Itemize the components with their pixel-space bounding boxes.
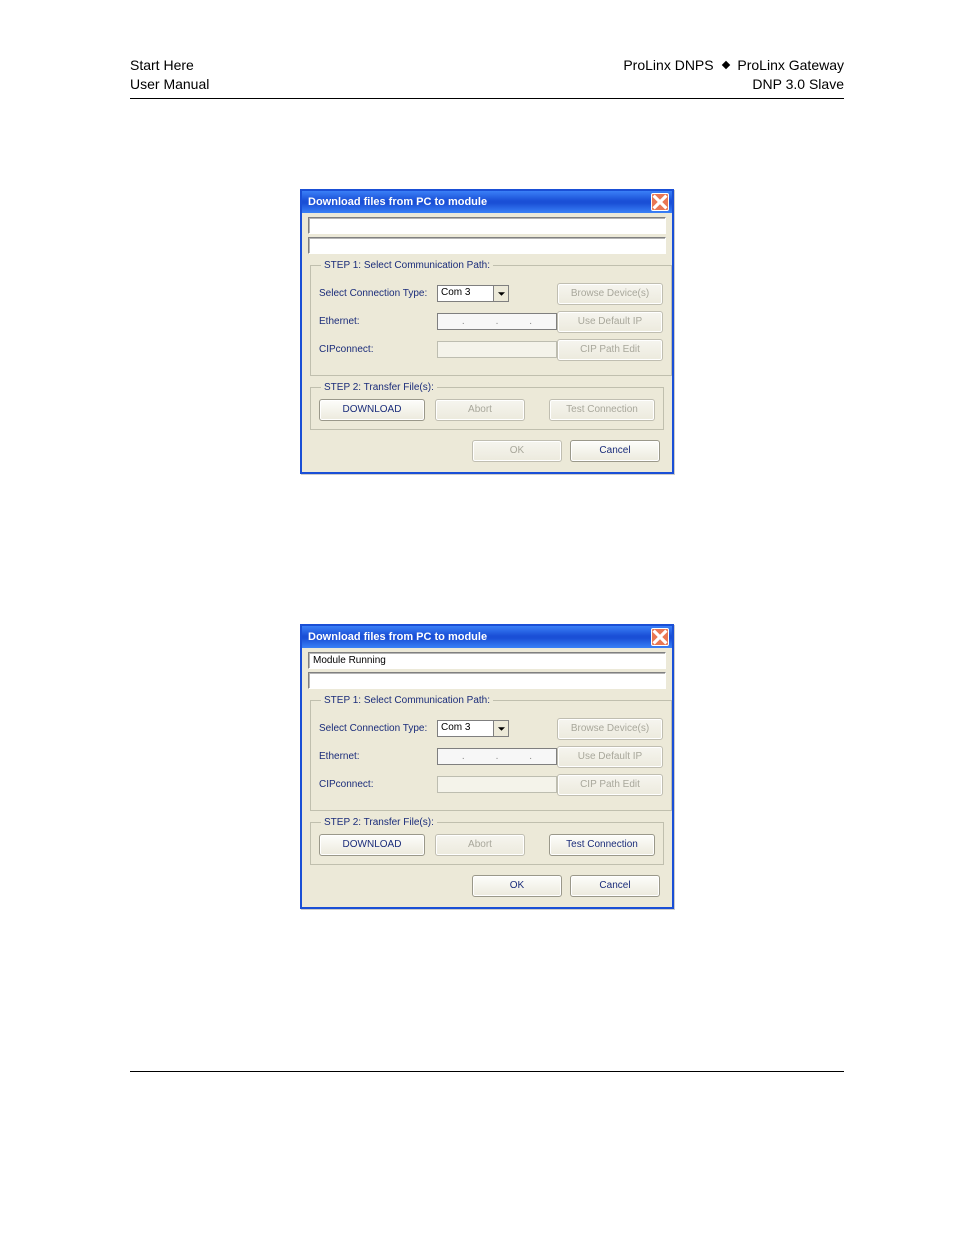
abort-button[interactable]: Abort bbox=[435, 399, 525, 421]
header-divider bbox=[130, 98, 844, 99]
footer-divider bbox=[130, 1071, 844, 1072]
step2-group: STEP 2: Transfer File(s): DOWNLOAD Abort… bbox=[310, 382, 664, 430]
header-left-line2: User Manual bbox=[130, 75, 209, 94]
titlebar[interactable]: Download files from PC to module bbox=[302, 191, 672, 213]
step2-legend: STEP 2: Transfer File(s): bbox=[321, 382, 437, 393]
cancel-button[interactable]: Cancel bbox=[570, 875, 660, 897]
header-right-line1: ProLinx DNPS ProLinx Gateway bbox=[623, 56, 844, 75]
connection-type-combo[interactable]: Com 3 bbox=[437, 285, 509, 302]
browse-devices-button[interactable]: Browse Device(s) bbox=[557, 718, 663, 740]
ethernet-ip-field[interactable]: . . . bbox=[437, 748, 557, 765]
cancel-button[interactable]: Cancel bbox=[570, 440, 660, 462]
cip-path-edit-button[interactable]: CIP Path Edit bbox=[557, 339, 663, 361]
window-title: Download files from PC to module bbox=[308, 631, 487, 643]
ok-button[interactable]: OK bbox=[472, 875, 562, 897]
cipconnect-label: CIPconnect: bbox=[319, 779, 437, 790]
ethernet-label: Ethernet: bbox=[319, 751, 437, 762]
connection-type-value: Com 3 bbox=[438, 286, 493, 301]
step1-legend: STEP 1: Select Communication Path: bbox=[321, 695, 493, 706]
chevron-down-icon[interactable] bbox=[493, 721, 508, 736]
window-title: Download files from PC to module bbox=[308, 196, 487, 208]
status-line-1 bbox=[308, 217, 666, 234]
status-line-2 bbox=[308, 237, 666, 254]
header-left-line1: Start Here bbox=[130, 56, 209, 75]
step1-group: STEP 1: Select Communication Path: Selec… bbox=[310, 695, 672, 811]
cipconnect-field[interactable] bbox=[437, 776, 557, 793]
test-connection-button[interactable]: Test Connection bbox=[549, 834, 655, 856]
ethernet-label: Ethernet: bbox=[319, 316, 437, 327]
use-default-ip-button[interactable]: Use Default IP bbox=[557, 746, 663, 768]
connection-type-value: Com 3 bbox=[438, 721, 493, 736]
page-header: Start Here User Manual ProLinx DNPS ProL… bbox=[130, 56, 844, 94]
test-connection-button[interactable]: Test Connection bbox=[549, 399, 655, 421]
titlebar[interactable]: Download files from PC to module bbox=[302, 626, 672, 648]
abort-button[interactable]: Abort bbox=[435, 834, 525, 856]
step2-group: STEP 2: Transfer File(s): DOWNLOAD Abort… bbox=[310, 817, 664, 865]
chevron-down-icon[interactable] bbox=[493, 286, 508, 301]
download-button[interactable]: DOWNLOAD bbox=[319, 399, 425, 421]
cip-path-edit-button[interactable]: CIP Path Edit bbox=[557, 774, 663, 796]
status-line-2 bbox=[308, 672, 666, 689]
step1-legend: STEP 1: Select Communication Path: bbox=[321, 260, 493, 271]
cipconnect-field[interactable] bbox=[437, 341, 557, 358]
select-connection-type-label: Select Connection Type: bbox=[319, 288, 437, 299]
close-icon[interactable] bbox=[651, 628, 669, 646]
cipconnect-label: CIPconnect: bbox=[319, 344, 437, 355]
download-button[interactable]: DOWNLOAD bbox=[319, 834, 425, 856]
ok-button[interactable]: OK bbox=[472, 440, 562, 462]
header-right-line2: DNP 3.0 Slave bbox=[623, 75, 844, 94]
ethernet-ip-field[interactable]: . . . bbox=[437, 313, 557, 330]
download-dialog-2: Download files from PC to module Module … bbox=[300, 624, 674, 909]
diamond-icon bbox=[721, 61, 729, 69]
close-icon[interactable] bbox=[651, 193, 669, 211]
browse-devices-button[interactable]: Browse Device(s) bbox=[557, 283, 663, 305]
connection-type-combo[interactable]: Com 3 bbox=[437, 720, 509, 737]
select-connection-type-label: Select Connection Type: bbox=[319, 723, 437, 734]
step2-legend: STEP 2: Transfer File(s): bbox=[321, 817, 437, 828]
step1-group: STEP 1: Select Communication Path: Selec… bbox=[310, 260, 672, 376]
use-default-ip-button[interactable]: Use Default IP bbox=[557, 311, 663, 333]
status-line-1: Module Running bbox=[308, 652, 666, 669]
download-dialog-1: Download files from PC to module STEP 1:… bbox=[300, 189, 674, 474]
